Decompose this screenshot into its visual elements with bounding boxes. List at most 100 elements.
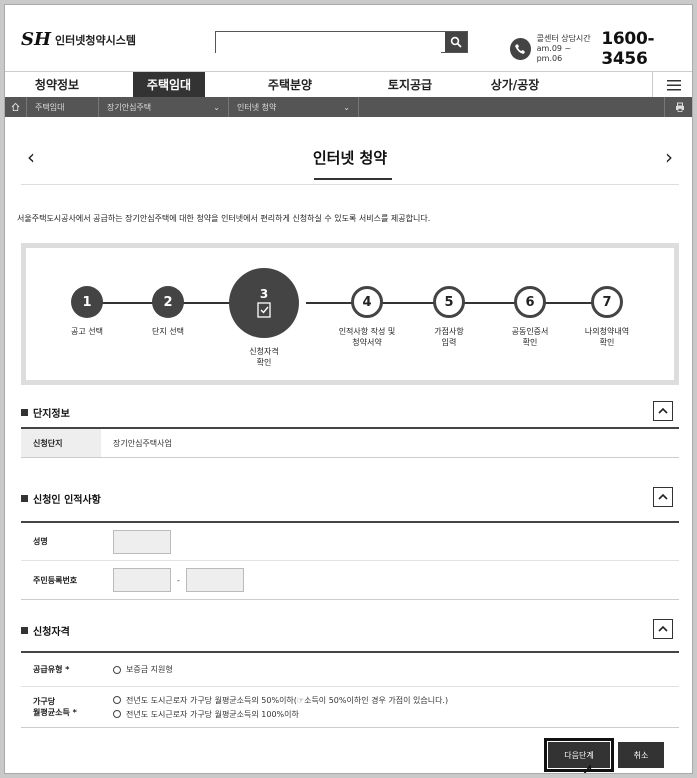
step-progress: 1 공고 선택 2 단지 선택 3 신청자격 확인 4 인적사항 작성 및 청약… (21, 243, 679, 385)
applicant-table: 성명 주민등록번호 - (21, 521, 679, 600)
breadcrumb-item-longterm-label: 장기안심주택 (107, 102, 152, 112)
step-5-circle: 5 (433, 286, 465, 318)
step-6-circle: 6 (514, 286, 546, 318)
radio-circle (113, 710, 121, 718)
income-label-line2: 월평균소득 * (33, 708, 77, 717)
logo-mark: SH (21, 29, 52, 50)
breadcrumb-item-internet-label: 인터넷 청약 (237, 102, 277, 112)
nav-item-housing-sale[interactable]: 주택분양 (205, 72, 375, 97)
income-radio-50[interactable]: 전년도 도시근로자 가구당 월평균소득의 50%이하(☞소득이 50%이하인 경… (113, 695, 448, 706)
logo-text: 인터넷청약시스템 (55, 33, 136, 47)
step-3-label-line2: 확인 (256, 358, 272, 367)
search-box (215, 31, 468, 54)
section-applicant-header: 신청인 인적사항 (21, 487, 679, 509)
step-5-label-line2: 입력 (441, 338, 457, 347)
step-3-label: 신청자격 확인 (214, 346, 314, 368)
step-2: 2 단지 선택 (118, 286, 218, 337)
table-row: 성명 (21, 523, 679, 561)
complex-table: 신청단지 장기안심주택사업 (21, 427, 679, 458)
radio-circle (113, 665, 121, 674)
supply-type-radio[interactable]: 보증금 지원형 (113, 664, 173, 675)
collapse-button[interactable] (653, 619, 673, 639)
step-4-label-line1: 인적사항 작성 및 (338, 327, 396, 336)
top-header: SH 인터넷청약시스템 콜센터 상담시간 am.09 ~ pm.06 1600-… (5, 5, 692, 71)
nav-item-land-supply[interactable]: 토지공급 (375, 72, 445, 97)
rrn-separator: - (177, 575, 180, 585)
step-7-label-line2: 확인 (599, 338, 615, 347)
collapse-button[interactable] (653, 487, 673, 507)
main-nav: 청약정보 주택임대 주택분양 토지공급 상가/공장 (5, 71, 692, 97)
site-logo[interactable]: SH 인터넷청약시스템 (21, 29, 136, 50)
chevron-down-icon: ⌄ (343, 102, 350, 112)
search-icon (450, 36, 462, 48)
chevron-up-icon (658, 625, 668, 632)
breadcrumb-item-internet[interactable]: 인터넷 청약 ⌄ (229, 97, 359, 117)
breadcrumb-item-longterm[interactable]: 장기안심주택 ⌄ (99, 97, 229, 117)
radio-circle (113, 696, 121, 704)
table-row: 신청단지 장기안심주택사업 (21, 429, 679, 457)
step-6-label-line2: 확인 (522, 338, 538, 347)
income-option-100-label: 전년도 도시근로자 가구당 월평균소득의 100%이하 (126, 709, 299, 719)
section-qualification: 신청자격 공급유형 * 보증금 지원형 가구당 월평균소득 * 전년도 도시근로… (21, 619, 679, 728)
nav-item-rental-housing[interactable]: 주택임대 (133, 72, 205, 97)
income-label: 가구당 월평균소득 * (21, 687, 101, 727)
rrn-value: - (101, 568, 679, 592)
section-applicant-title: 신청인 인적사항 (33, 494, 101, 506)
mouse-cursor-icon (583, 765, 601, 773)
title-bar: ‹ 인터넷 청약 › (21, 135, 679, 185)
intro-text: 서울주택도시공사에서 공급하는 장기안심주택에 대한 청약을 인터넷에서 편리하… (17, 214, 431, 223)
chevron-down-icon: ⌄ (213, 102, 220, 112)
step-7: 7 나의청약내역 확인 (557, 286, 657, 348)
section-complex: 단지정보 신청단지 장기안심주택사업 (21, 401, 679, 458)
chevron-up-icon (658, 407, 668, 414)
print-button[interactable] (664, 97, 692, 117)
bullet-square (21, 494, 28, 502)
menu-button[interactable] (652, 72, 692, 97)
supply-type-option-label: 보증금 지원형 (126, 665, 173, 674)
nav-item-subscription-info[interactable]: 청약정보 (5, 72, 109, 97)
step-5-label-line1: 가점사항 (434, 327, 464, 336)
action-buttons: 다음단계 취소 (544, 738, 664, 772)
step-3: 3 신청자격 확인 (214, 268, 314, 368)
home-icon[interactable] (5, 97, 27, 117)
call-number: 1600-3456 (601, 29, 655, 69)
collapse-button[interactable] (653, 401, 673, 421)
search-input[interactable] (216, 33, 441, 54)
title-underline (314, 178, 392, 180)
step-2-label: 단지 선택 (152, 327, 184, 336)
step-3-number: 3 (259, 287, 269, 301)
breadcrumb-item-rental[interactable]: 주택임대 (27, 97, 99, 117)
bullet-square (21, 626, 28, 634)
step-4-label-line2: 청약서약 (352, 338, 382, 347)
hamburger-icon (666, 79, 681, 90)
bullet-square (21, 408, 28, 416)
section-applicant: 신청인 인적사항 성명 주민등록번호 - (21, 487, 679, 600)
section-qualification-title: 신청자격 (33, 626, 70, 638)
nav-item-commercial[interactable]: 상가/공장 (445, 72, 585, 97)
chevron-up-icon (658, 493, 668, 500)
supply-type-label: 공급유형 * (33, 665, 70, 674)
call-hours: 콜센터 상담시간 am.09 ~ pm.06 (537, 34, 596, 64)
name-label: 성명 (33, 537, 48, 546)
income-value: 전년도 도시근로자 가구당 월평균소득의 50%이하(☞소득이 50%이하인 경… (101, 695, 679, 720)
step-2-circle: 2 (152, 286, 184, 318)
step-4-circle: 4 (351, 286, 383, 318)
rrn-back-field[interactable] (185, 568, 244, 592)
name-field[interactable] (113, 529, 171, 554)
page-title: 인터넷 청약 (312, 149, 388, 167)
step-1-circle: 1 (71, 286, 103, 318)
step-3-label-line1: 신청자격 (249, 347, 279, 356)
step-7-circle: 7 (591, 286, 623, 318)
income-option-50-label: 전년도 도시근로자 가구당 월평균소득의 50%이하(☞소득이 50%이하인 경… (126, 695, 449, 705)
income-radio-100[interactable]: 전년도 도시근로자 가구당 월평균소득의 100%이하 (113, 709, 299, 720)
rrn-front-field[interactable] (113, 568, 171, 592)
table-row: 공급유형 * 보증금 지원형 (21, 653, 679, 687)
section-qualification-header: 신청자격 (21, 619, 679, 641)
page-frame: SH 인터넷청약시스템 콜센터 상담시간 am.09 ~ pm.06 1600-… (4, 4, 693, 774)
step-3-circle: 3 (229, 268, 299, 338)
search-button[interactable] (445, 32, 467, 52)
next-arrow-icon[interactable]: › (659, 145, 679, 169)
phone-icon (510, 38, 531, 60)
cancel-button[interactable]: 취소 (618, 742, 664, 768)
name-value (101, 529, 679, 554)
